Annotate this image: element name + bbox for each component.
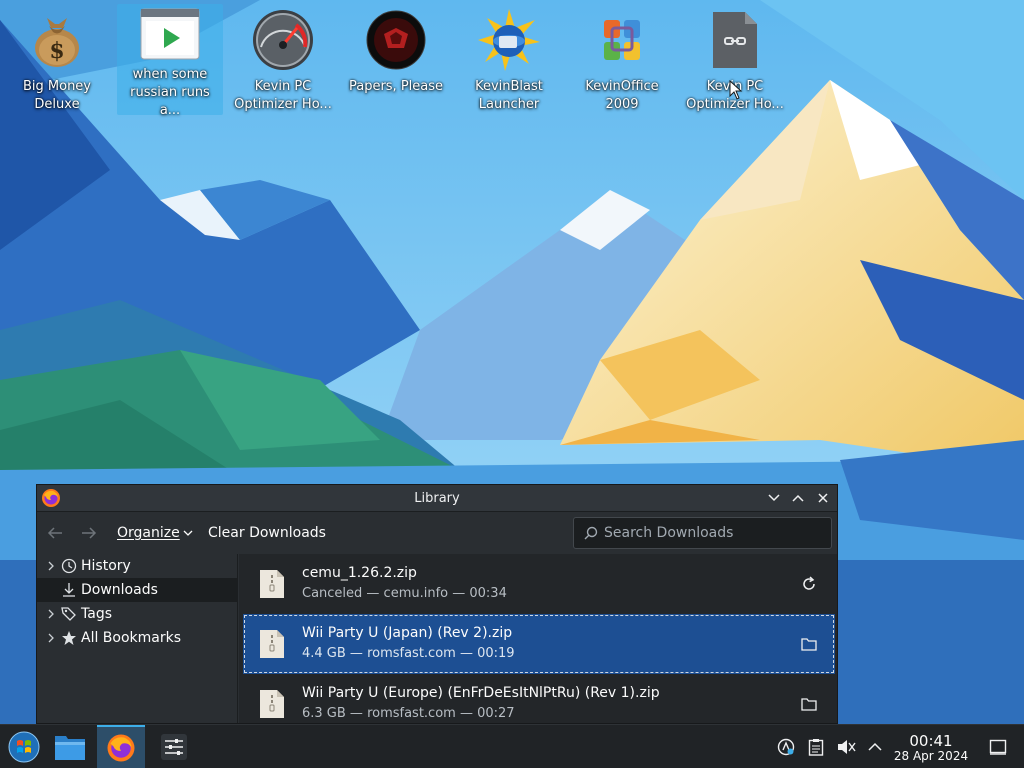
clipboard-icon [808,739,824,756]
desktop-icon-kevinblast-launcher[interactable]: KevinBlast Launcher [456,4,562,115]
start-menu-button[interactable] [0,725,48,768]
desktop-icon-label: when some russian runs a... [130,67,210,118]
sidebar-item-label: History [81,558,131,574]
desktop-icon-label: Papers, Please [348,79,444,94]
folder-icon [801,698,817,711]
show-desktop-icon [989,739,1007,755]
chevron-down-icon [183,530,193,536]
sidebar-item-label: Downloads [81,582,158,598]
show-desktop-button[interactable] [988,737,1008,757]
download-status: Canceled — cemu.info — 00:34 [302,586,507,601]
sidebar-item-downloads[interactable]: Downloads [37,578,237,602]
retry-icon [803,576,815,590]
maximize-button[interactable] [789,489,807,507]
chevron-up-icon [792,494,804,502]
library-window: Library Organize Clear Downloads Search … [36,484,838,724]
close-icon [818,493,828,503]
tray-expand-button[interactable] [865,737,885,757]
sidebar-item-history[interactable]: History [37,554,237,578]
taskbar: 00:41 28 Apr 2024 [0,724,1024,768]
downloads-list: cemu_1.26.2.zip Canceled — cemu.info — 0… [239,554,837,723]
money-bag-icon: $ [25,8,89,72]
generic-file-icon [703,8,767,72]
download-filename: Wii Party U (Europe) (EnFrDeEsItNlPtRu) … [302,685,660,701]
search-downloads-input[interactable] [604,525,831,541]
search-icon [584,525,600,541]
search-downloads-box[interactable] [573,517,832,549]
zip-file-icon [260,570,284,598]
mouse-cursor-icon [729,79,743,104]
folder-icon [801,638,817,651]
firefox-taskbar-button[interactable] [97,725,145,768]
download-status: 6.3 GB — romsfast.com — 00:27 [302,706,515,721]
zip-file-icon [260,690,284,718]
desktop-icon-label: Big Money Deluxe [22,79,91,112]
volume-muted-icon [838,740,856,754]
window-titlebar[interactable]: Library [37,485,837,512]
desktop-icon-kevinoffice-2009[interactable]: KevinOffice 2009 [569,4,675,115]
desktop-icon-papers-please[interactable]: Papers, Please [343,4,449,115]
kevinblast-icon [477,8,541,72]
desktop-icon-label: KevinOffice 2009 [585,79,659,112]
system-settings-button[interactable] [150,725,198,768]
start-menu-icon [8,731,40,763]
download-item[interactable]: Wii Party U (Europe) (EnFrDeEsItNlPtRu) … [243,674,835,723]
tray-expand-icon [868,742,882,751]
organize-menu-button[interactable]: Organize [117,523,193,543]
desktop-icon-label: Kevin PC Optimizer Ho... [234,79,332,112]
sidebar-item-tags[interactable]: Tags [37,602,237,626]
speedometer-icon [251,8,315,72]
chevron-right-icon [48,633,54,643]
tags-icon [61,607,76,621]
clock-time[interactable]: 00:41 [895,732,967,750]
retry-download-button[interactable] [799,574,819,594]
forward-button[interactable] [79,523,99,543]
download-icon [63,583,75,597]
papers-please-icon [364,8,428,72]
desktop-icon-label: KevinBlast Launcher [475,79,543,112]
network-icon [777,738,795,756]
network-tray-button[interactable] [776,737,796,757]
open-folder-button[interactable] [799,634,819,654]
desktop-icon-russian-video[interactable]: when some russian runs a... [117,4,223,118]
open-folder-button[interactable] [799,694,819,714]
download-item[interactable]: Wii Party U (Japan) (Rev 2).zip 4.4 GB —… [243,614,835,674]
firefox-icon [107,734,135,762]
arrow-right-icon [82,527,97,539]
clipboard-tray-button[interactable] [806,737,826,757]
download-filename: Wii Party U (Japan) (Rev 2).zip [302,625,513,641]
chevron-right-icon [48,561,54,571]
svg-text:$: $ [49,38,64,64]
clock-icon [61,558,77,574]
file-manager-button[interactable] [46,725,94,768]
settings-sliders-icon [161,734,187,760]
desktop-icon-kevin-pc-optimizer[interactable]: Kevin PC Optimizer Ho... [230,4,336,115]
volume-tray-button[interactable] [836,737,856,757]
chevron-down-icon [768,494,780,502]
zip-file-icon [260,630,284,658]
organize-label: Organize [117,525,180,541]
library-sidebar: History Downloads Tags All Bookmarks [37,554,238,723]
download-item[interactable]: cemu_1.26.2.zip Canceled — cemu.info — 0… [243,554,835,614]
window-title: Library [414,491,460,506]
download-filename: cemu_1.26.2.zip [302,565,417,581]
sidebar-item-all-bookmarks[interactable]: All Bookmarks [37,626,237,650]
office-logo-icon [590,8,654,72]
star-icon [62,631,76,645]
arrow-left-icon [47,527,62,539]
sidebar-item-label: Tags [81,606,112,622]
sidebar-item-label: All Bookmarks [81,630,182,646]
library-toolbar: Organize Clear Downloads [37,512,837,554]
clear-downloads-button[interactable]: Clear Downloads [208,523,326,543]
chevron-right-icon [48,609,54,619]
file-manager-icon [55,736,85,760]
desktop-icon-big-money-deluxe[interactable]: $ Big Money Deluxe [4,4,110,115]
back-button[interactable] [45,523,65,543]
clock-date[interactable]: 28 Apr 2024 [889,749,973,764]
download-status: 4.4 GB — romsfast.com — 00:19 [302,646,515,661]
close-button[interactable] [814,489,832,507]
minimize-button[interactable] [765,489,783,507]
video-play-icon [138,8,202,60]
